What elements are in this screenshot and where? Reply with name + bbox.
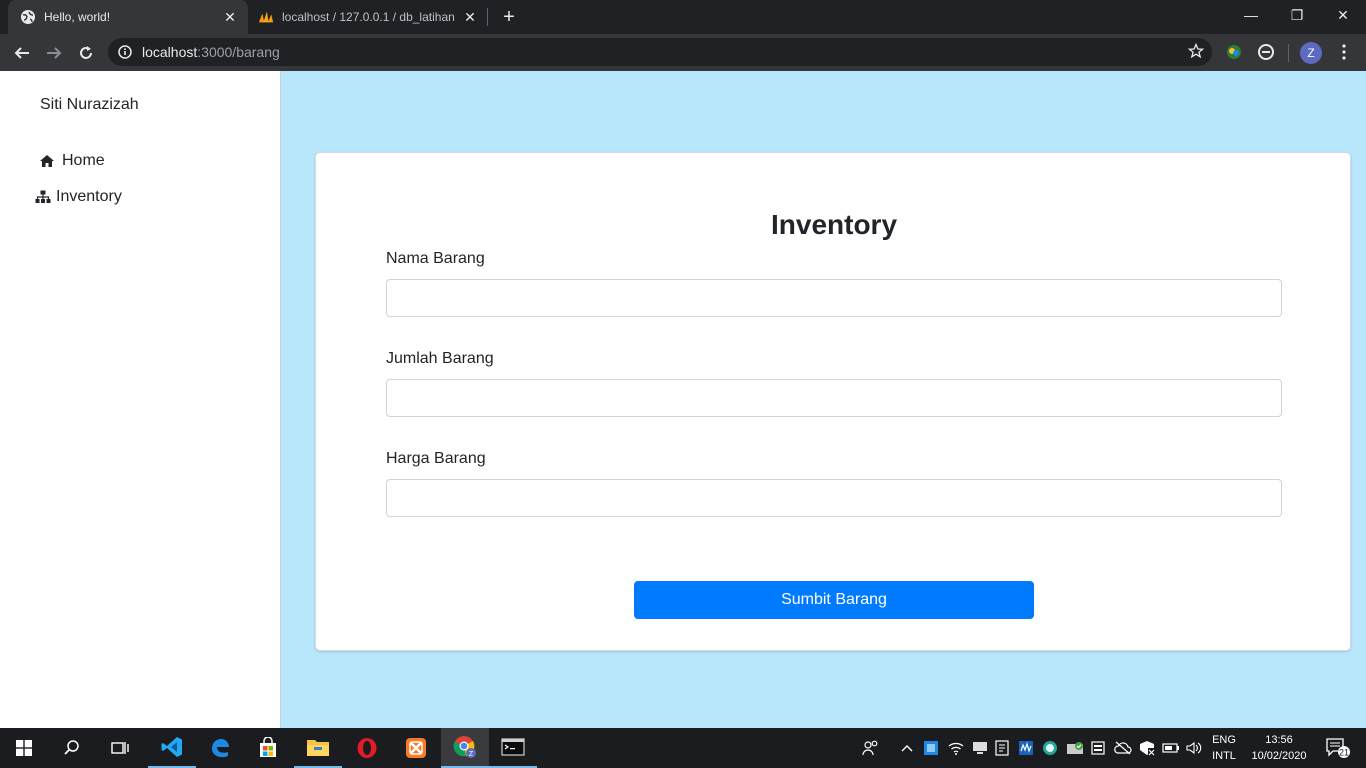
tab-phpmyadmin[interactable]: localhost / 127.0.0.1 / db_latihan ✕	[252, 0, 488, 34]
harga-barang-input[interactable]	[386, 479, 1282, 517]
restore-button[interactable]: ❐	[1274, 0, 1320, 30]
submit-barang-button[interactable]: Sumbit Barang	[634, 581, 1034, 619]
people-icon[interactable]	[860, 728, 882, 768]
vscode-taskbar-button[interactable]	[148, 728, 196, 768]
close-window-button[interactable]: ✕	[1320, 0, 1366, 30]
security-check-icon[interactable]	[1064, 728, 1086, 768]
start-button[interactable]	[0, 728, 48, 768]
page-title: Inventory	[770, 209, 898, 240]
tab-title: Hello, world!	[44, 10, 111, 24]
task-view-button[interactable]	[96, 728, 144, 768]
sidebar-item-label: Home	[62, 152, 105, 169]
network-icon[interactable]	[1136, 728, 1158, 768]
battery-icon[interactable]	[1160, 728, 1182, 768]
back-button[interactable]	[8, 39, 36, 67]
sidebar-brand: Siti Nurazizah	[40, 96, 139, 113]
jumlah-barang-label: Jumlah Barang	[386, 350, 494, 367]
browser-tab-bar: Hello, world! ✕ localhost / 127.0.0.1 / …	[0, 0, 1366, 34]
clock-time: 13:56	[1265, 734, 1293, 746]
edge-extension-icon[interactable]	[1254, 40, 1278, 64]
search-button[interactable]	[48, 728, 96, 768]
phpmyadmin-icon	[258, 9, 274, 25]
jumlah-barang-input[interactable]	[386, 379, 1282, 417]
monitor-app-icon[interactable]	[1016, 728, 1036, 768]
opera-icon	[357, 738, 377, 758]
profile-avatar[interactable]: Z	[1300, 42, 1322, 64]
info-icon	[118, 45, 132, 59]
notification-icon: 21	[1326, 738, 1350, 758]
clock-date: 10/02/2020	[1251, 750, 1307, 762]
terminal-icon	[501, 738, 525, 756]
tab-separator	[487, 8, 488, 26]
chrome-icon: Z	[453, 736, 476, 758]
home-icon	[38, 153, 56, 169]
edge-taskbar-button[interactable]	[196, 728, 244, 768]
tab-title: localhost / 127.0.0.1 / db_latihan	[282, 10, 455, 24]
opera-taskbar-button[interactable]	[343, 728, 391, 768]
volume-icon[interactable]	[1184, 728, 1204, 768]
tray-app-icon[interactable]	[921, 728, 941, 768]
system-clock[interactable]: 13:56 10/02/2020	[1242, 732, 1316, 764]
lang-line1: ENG	[1212, 734, 1236, 746]
forward-button[interactable]	[40, 39, 68, 67]
taskbar: Z ENG INTL 13:56 10/02/2020 21	[0, 728, 1366, 768]
page-viewport: Siti Nurazizah Home Inventory Inventory …	[0, 71, 1366, 728]
bookmark-star-icon[interactable]	[1187, 42, 1205, 62]
start-icon	[16, 740, 32, 756]
extension-icon[interactable]	[1222, 40, 1246, 64]
file-explorer-taskbar-button[interactable]	[294, 728, 342, 768]
wifi-icon[interactable]	[946, 728, 966, 768]
vscode-icon	[161, 737, 182, 757]
harga-barang-label: Harga Barang	[386, 450, 486, 467]
xampp-icon	[406, 738, 426, 758]
nama-barang-label: Nama Barang	[386, 250, 485, 267]
svg-text:Z: Z	[469, 751, 474, 758]
url-path: :3000/barang	[197, 44, 280, 60]
store-taskbar-button[interactable]	[244, 728, 292, 768]
action-center-button[interactable]: 21	[1318, 728, 1358, 768]
toolbar-divider	[1288, 44, 1289, 62]
notification-count: 21	[1339, 748, 1349, 758]
forward-arrow-icon	[47, 47, 62, 59]
input-language[interactable]: ENG INTL	[1204, 732, 1244, 764]
storage-icon[interactable]	[1088, 728, 1108, 768]
display-icon[interactable]	[970, 728, 990, 768]
globe-icon	[20, 9, 36, 25]
sidebar-item-label: Inventory	[56, 188, 122, 205]
terminal-taskbar-button[interactable]	[489, 728, 537, 768]
menu-kebab-icon[interactable]	[1332, 40, 1356, 64]
tablet-icon[interactable]	[992, 728, 1012, 768]
minimize-button[interactable]: —	[1228, 0, 1274, 30]
close-tab-icon[interactable]: ✕	[220, 7, 240, 27]
close-tab-icon[interactable]: ✕	[460, 7, 480, 27]
sitemap-icon	[34, 189, 52, 205]
back-arrow-icon	[14, 47, 29, 59]
chrome-taskbar-button[interactable]: Z	[441, 728, 489, 768]
reload-icon	[80, 46, 92, 59]
url-host: localhost	[142, 44, 198, 60]
sync-icon[interactable]	[1040, 728, 1060, 768]
search-icon	[64, 740, 79, 755]
browser-toolbar: localhost:3000/barang Z	[0, 34, 1366, 71]
chevron-up-icon[interactable]	[898, 728, 916, 768]
sidebar-item-home[interactable]: Home	[38, 152, 105, 170]
reload-button[interactable]	[72, 39, 100, 67]
edge-icon	[212, 739, 229, 758]
sidebar: Siti Nurazizah Home Inventory	[0, 71, 281, 728]
cloud-offline-icon[interactable]	[1112, 728, 1134, 768]
xampp-taskbar-button[interactable]	[392, 728, 440, 768]
inventory-form-card: Inventory Nama Barang Jumlah Barang Harg…	[315, 152, 1351, 651]
new-tab-button[interactable]: +	[498, 6, 520, 28]
store-icon	[260, 737, 276, 757]
address-bar[interactable]: localhost:3000/barang	[108, 38, 1212, 66]
tab-hello-world[interactable]: Hello, world! ✕	[8, 0, 248, 34]
task-view-icon	[111, 742, 129, 754]
file-explorer-icon	[307, 740, 329, 756]
lang-line2: INTL	[1212, 750, 1236, 762]
nama-barang-input[interactable]	[386, 279, 1282, 317]
sidebar-item-inventory[interactable]: Inventory	[34, 188, 122, 206]
